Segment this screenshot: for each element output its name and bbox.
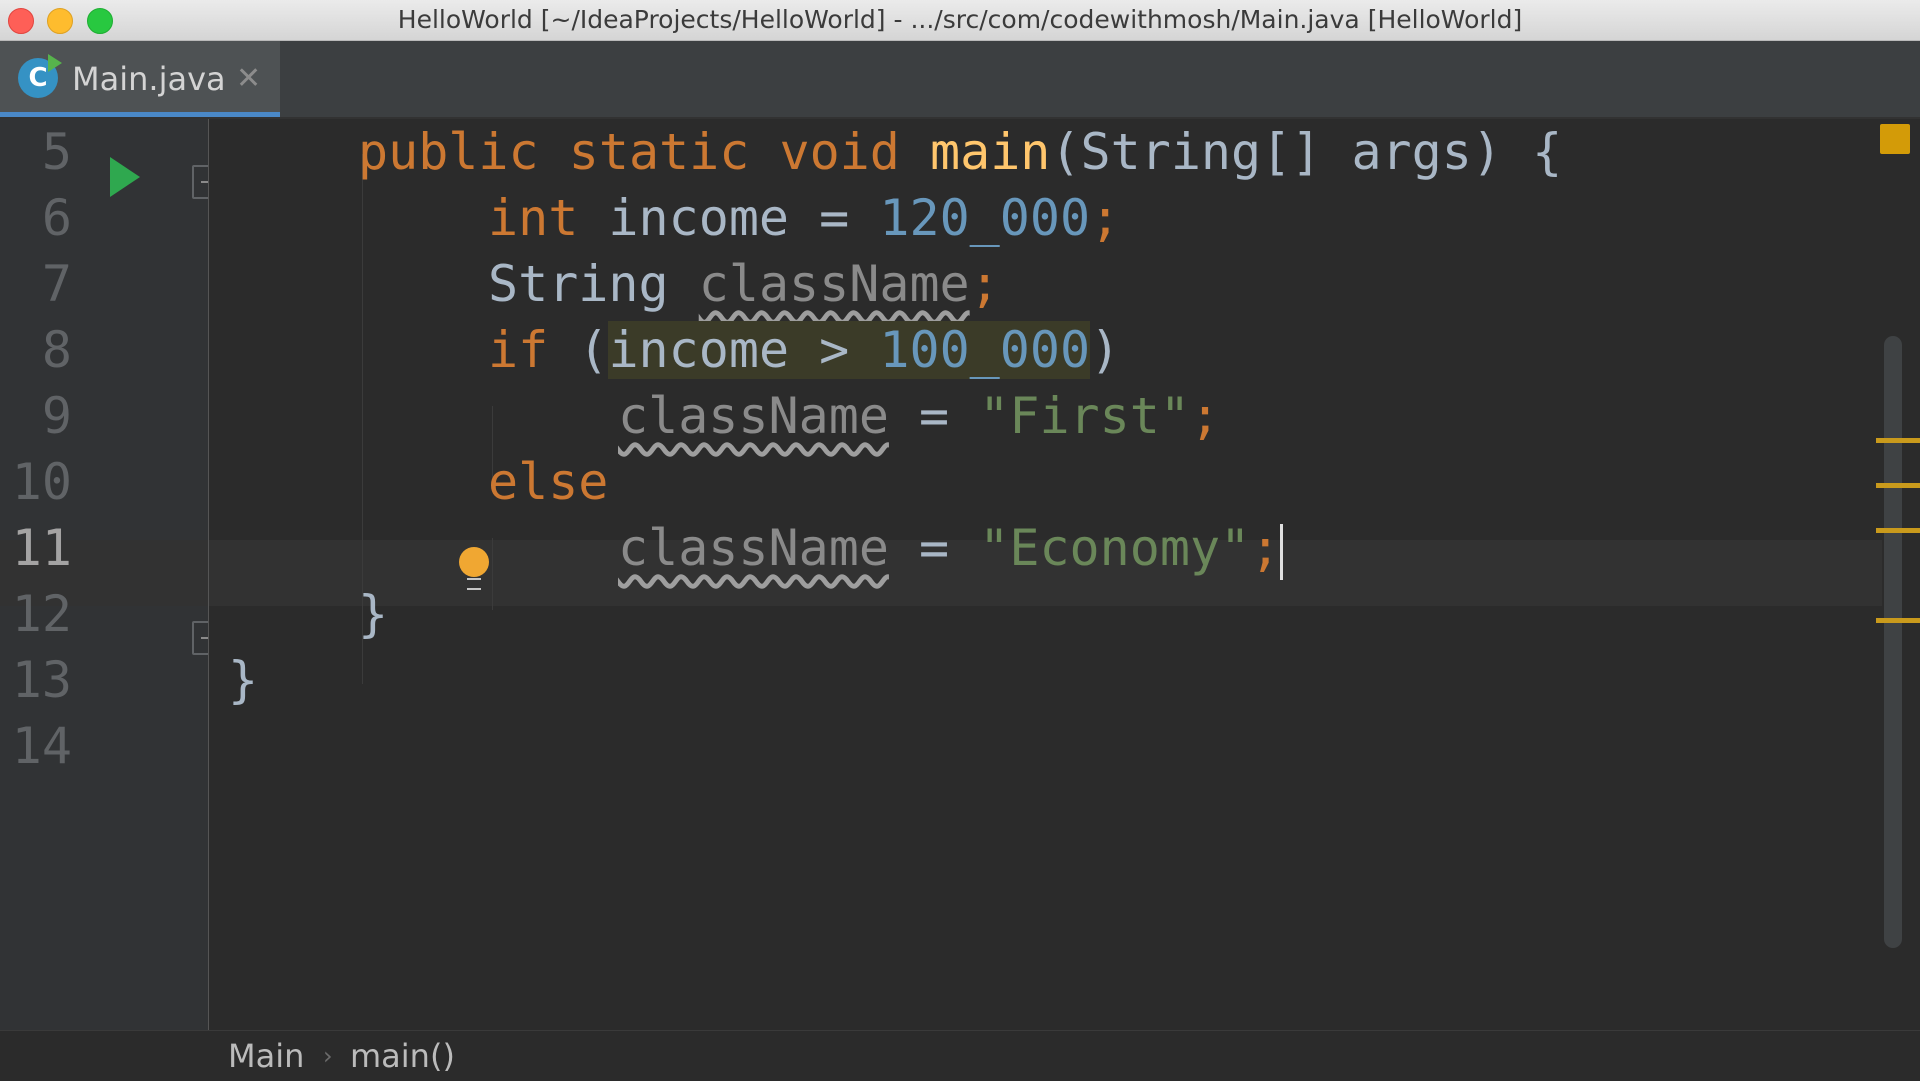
- line-number: 13: [11, 651, 72, 709]
- line-number: 9: [41, 387, 72, 445]
- breadcrumb-method[interactable]: main(): [350, 1031, 455, 1081]
- tab-label: Main.java: [72, 60, 226, 98]
- code-line-8: if (income > 100_000): [488, 317, 1120, 383]
- java-class-icon: C: [18, 54, 62, 98]
- semicolon: ;: [1250, 519, 1281, 577]
- code-line-11: className = "Economy";: [618, 515, 1284, 581]
- semicolon: ;: [969, 255, 1000, 313]
- keyword-int: int: [488, 189, 579, 247]
- breadcrumb-class[interactable]: Main: [228, 1031, 304, 1081]
- unused-variable: className: [618, 387, 889, 445]
- lightbulb-icon[interactable]: [459, 547, 489, 590]
- unused-variable: className: [698, 255, 970, 313]
- editor-gutter[interactable]: 4 5 6 7 8 9 10 11 12 13 14: [0, 119, 209, 1030]
- text-caret: [1280, 523, 1284, 580]
- identifier: income: [608, 321, 790, 379]
- breadcrumb-separator: ›: [323, 1042, 333, 1070]
- vertical-scrollbar[interactable]: [1884, 336, 1902, 948]
- code-line-7: String className;: [488, 251, 1000, 317]
- code-line-13: }: [228, 647, 258, 713]
- tab-close-icon[interactable]: ✕: [236, 41, 261, 117]
- keyword-static: static: [568, 123, 750, 181]
- line-number-current: 11: [11, 519, 72, 577]
- line-number: 12: [11, 585, 72, 643]
- string-literal: "First": [979, 387, 1190, 445]
- keyword-else: else: [488, 453, 609, 511]
- run-main-icon[interactable]: [110, 157, 140, 197]
- keyword-public: public: [358, 123, 539, 181]
- active-tab-indicator: [0, 112, 280, 117]
- line-number: 14: [11, 717, 72, 775]
- operator: >: [789, 321, 880, 379]
- open-paren: (: [548, 321, 609, 379]
- line-number: 5: [41, 123, 72, 181]
- semicolon: ;: [1090, 189, 1121, 247]
- window-title: HelloWorld [~/IdeaProjects/HelloWorld] -…: [397, 5, 1523, 34]
- title-bar: HelloWorld [~/IdeaProjects/HelloWorld] -…: [0, 0, 1920, 41]
- type-name: String: [488, 255, 669, 313]
- keyword-if: if: [488, 321, 549, 379]
- highlighted-condition: income > 100_000: [608, 321, 1091, 379]
- line-number: 6: [41, 189, 72, 247]
- warning-stripe-mark[interactable]: [1876, 483, 1920, 488]
- code-line-10: else: [488, 449, 608, 515]
- runnable-badge-icon: [48, 54, 62, 72]
- code-line-6: int income = 120_000;: [488, 185, 1120, 251]
- tab-main-java[interactable]: C Main.java ✕: [0, 41, 280, 117]
- editor-tab-bar: C Main.java ✕: [0, 41, 1920, 119]
- line-number: 10: [11, 453, 72, 511]
- string-literal: "Economy": [979, 519, 1251, 577]
- java-class-icon-letter: C: [28, 63, 48, 93]
- code-line-5: public static void main(String[] args) {: [358, 119, 1562, 185]
- warning-stripe-mark[interactable]: [1876, 618, 1920, 623]
- method-signature: (String[] args) {: [1050, 123, 1563, 181]
- fold-block-icon[interactable]: [192, 165, 208, 199]
- semicolon: ;: [1189, 387, 1221, 445]
- code-line-12: }: [358, 581, 388, 647]
- keyword-void: void: [779, 123, 900, 181]
- number-literal: 120_000: [879, 189, 1091, 247]
- fold-block-icon[interactable]: [192, 621, 208, 655]
- line-number: 8: [41, 321, 72, 379]
- operator: =: [888, 519, 980, 577]
- closing-brace: }: [228, 651, 259, 709]
- indent-guide: [492, 538, 493, 610]
- operator: =: [888, 387, 980, 445]
- closing-brace: }: [358, 585, 389, 643]
- method-name: main: [930, 123, 1051, 181]
- breadcrumb: Main › main(): [0, 1030, 1920, 1081]
- inspection-warning-indicator[interactable]: [1880, 124, 1910, 154]
- operator: =: [789, 189, 880, 247]
- unused-variable: className: [618, 519, 889, 577]
- code-line-9: className = "First";: [618, 383, 1220, 449]
- identifier: income: [608, 189, 790, 247]
- warning-stripe-mark[interactable]: [1876, 528, 1920, 533]
- number-literal: 100_000: [879, 321, 1091, 379]
- close-paren: ): [1090, 321, 1121, 379]
- code-editor[interactable]: public static void main(String[] args) {…: [209, 119, 1882, 1030]
- warning-stripe-mark[interactable]: [1876, 438, 1920, 443]
- line-number: 7: [41, 255, 72, 313]
